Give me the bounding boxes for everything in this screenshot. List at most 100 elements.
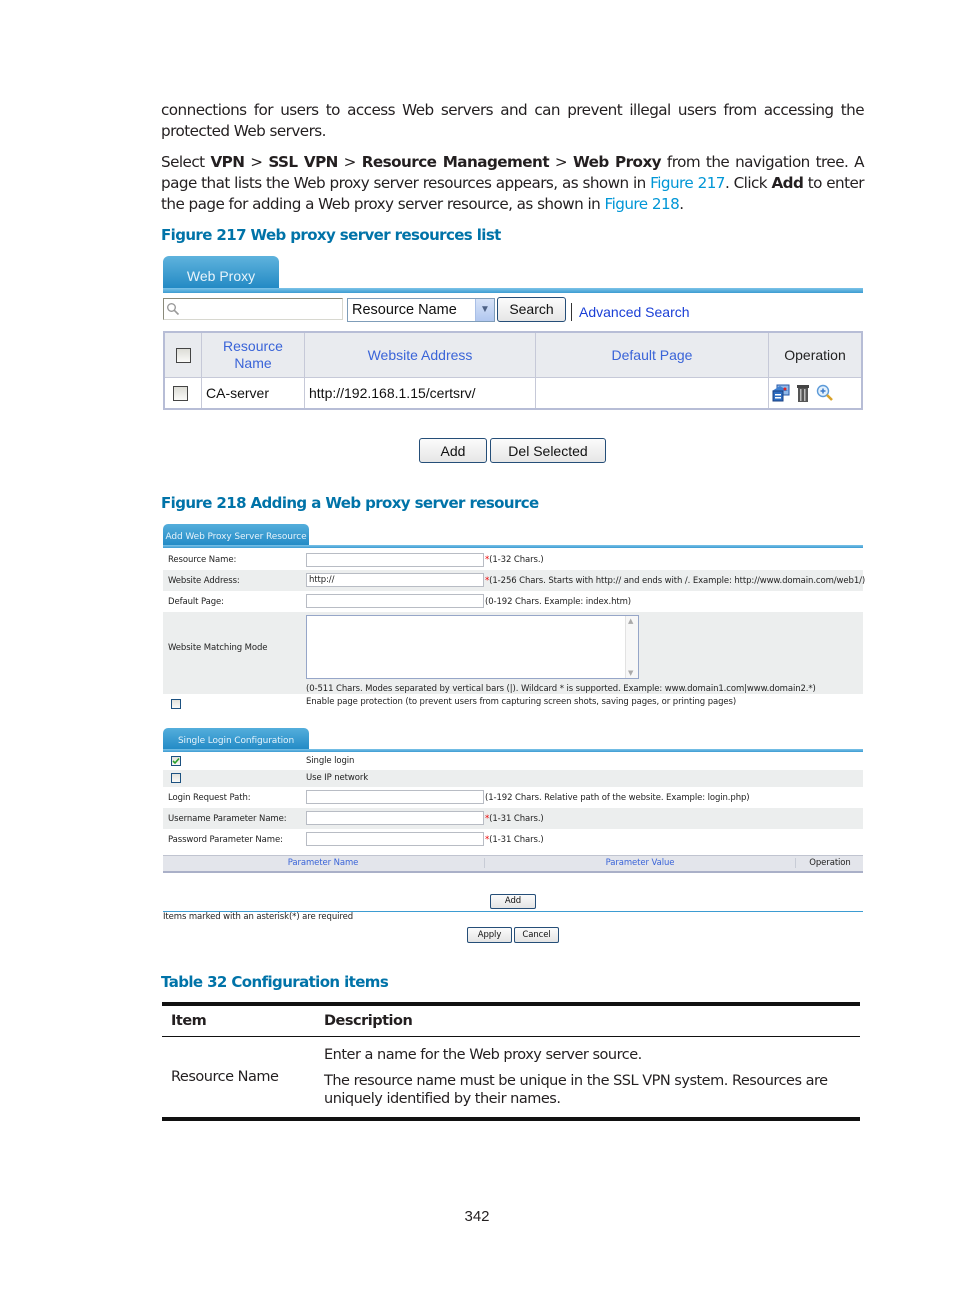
text: Select: [161, 153, 211, 171]
password-parameter-label: Password Parameter Name:: [168, 835, 283, 845]
col-website-address[interactable]: Website Address: [304, 331, 536, 378]
cancel-button[interactable]: Cancel: [514, 927, 559, 943]
col-item: Item: [171, 1013, 207, 1029]
del-selected-button[interactable]: Del Selected: [490, 438, 606, 463]
resource-name-input[interactable]: [306, 553, 484, 567]
add-keyword: Add: [771, 174, 804, 192]
chevron-down-icon[interactable]: ▼: [475, 299, 494, 321]
instructions-paragraph: Select VPN > SSL VPN > Resource Manageme…: [161, 152, 865, 215]
username-parameter-input[interactable]: [306, 811, 484, 825]
view-details-icon[interactable]: [815, 383, 835, 403]
table-row: CA-server http://192.168.1.15/certsrv/: [163, 377, 863, 410]
tab-web-proxy[interactable]: Web Proxy: [163, 256, 279, 291]
username-parameter-hint: *(1-31 Chars.): [485, 814, 544, 824]
add-button[interactable]: Add: [419, 438, 487, 463]
textarea-scrollbar[interactable]: ▲ ▼: [625, 616, 638, 678]
table-header-row: Resource Name Website Address Default Pa…: [163, 331, 863, 378]
website-address-cell: http://192.168.1.15/certsrv/: [304, 377, 536, 410]
hint-text: (1-32 Chars.): [489, 555, 544, 565]
single-login-label: Single login: [306, 756, 355, 766]
login-request-path-row: Login Request Path: (1-192 Chars. Relati…: [163, 787, 863, 808]
use-ip-network-row: Use IP network: [163, 770, 863, 787]
tab-underline: [163, 545, 863, 548]
col-description: Description: [324, 1013, 413, 1029]
required-note: Items marked with an asterisk(*) are req…: [163, 912, 353, 922]
tab-single-login-configuration[interactable]: Single Login Configuration: [163, 728, 309, 751]
figure-218-link[interactable]: Figure 218: [605, 195, 680, 213]
separator: >: [337, 153, 362, 171]
col-parameter-value: Parameter Value: [484, 858, 795, 868]
resource-name-row: Resource Name: *(1-32 Chars.): [163, 550, 863, 570]
scroll-up-icon[interactable]: ▲: [628, 617, 633, 625]
separator: >: [549, 153, 573, 171]
select-all-checkbox[interactable]: [175, 348, 191, 364]
matching-mode-row: Website Matching Mode ▲ ▼ (0-511 Chars. …: [163, 612, 863, 694]
website-address-hint: *(1-256 Chars. Starts with http:// and e…: [485, 576, 865, 586]
table-header-row: Item Description: [162, 1004, 860, 1037]
apply-button[interactable]: Apply: [467, 927, 512, 943]
advanced-search-link[interactable]: Advanced Search: [579, 304, 690, 320]
matching-mode-hint: (0-511 Chars. Modes separated by vertica…: [306, 684, 816, 694]
separator: >: [244, 153, 269, 171]
description-cell: Enter a name for the Web proxy server so…: [315, 1037, 860, 1120]
text: .: [679, 195, 684, 213]
username-parameter-label: Username Parameter Name:: [168, 814, 287, 824]
col-operation: Operation: [768, 331, 863, 378]
delete-icon[interactable]: [795, 383, 811, 403]
default-page-label: Default Page:: [168, 597, 224, 607]
resources-table: Resource Name Website Address Default Pa…: [163, 331, 863, 410]
default-page-hint: (0-192 Chars. Example: index.htm): [485, 597, 631, 607]
single-login-row: Single login: [163, 753, 863, 770]
row-checkbox[interactable]: [173, 386, 188, 402]
password-parameter-row: Password Parameter Name: *(1-31 Chars.): [163, 829, 863, 850]
configuration-items-table: Item Description Resource Name Enter a n…: [162, 1002, 860, 1121]
resource-name-cell: CA-server: [201, 377, 305, 410]
website-address-row: Website Address: http:// *(1-256 Chars. …: [163, 570, 865, 591]
scroll-down-icon[interactable]: ▼: [628, 669, 633, 677]
row-select-cell: [163, 377, 202, 410]
default-page-row: Default Page: (0-192 Chars. Example: ind…: [163, 591, 863, 612]
checkmark-icon: [172, 757, 180, 765]
col-parameter-name: Parameter Name: [287, 858, 359, 868]
use-ip-network-checkbox[interactable]: [171, 773, 181, 783]
password-parameter-input[interactable]: [306, 832, 484, 846]
modify-icon[interactable]: [771, 383, 791, 403]
password-parameter-hint: *(1-31 Chars.): [485, 835, 544, 845]
col-param-operation: Operation: [795, 858, 864, 868]
search-field-select[interactable]: Resource Name ▼: [347, 298, 495, 322]
col-default-page[interactable]: Default Page: [535, 331, 769, 378]
tab-underline: [163, 749, 863, 752]
nav-web-proxy: Web Proxy: [572, 153, 662, 171]
figure-218-caption: Figure 218 Adding a Web proxy server res…: [161, 494, 539, 512]
col-resource-name[interactable]: Resource Name: [201, 331, 305, 378]
select-value: Resource Name: [352, 302, 457, 318]
matching-mode-label: Website Matching Mode: [168, 643, 268, 653]
nav-resource-management: Resource Management: [361, 153, 550, 171]
resource-name-label: Resource Name:: [168, 555, 237, 565]
figure-217-caption: Figure 217 Web proxy server resources li…: [161, 226, 501, 244]
page-protection-label: Enable page protection (to prevent users…: [306, 697, 737, 707]
website-address-input[interactable]: http://: [306, 573, 484, 587]
page-protection-checkbox[interactable]: [171, 699, 181, 709]
description-line: Enter a name for the Web proxy server so…: [324, 1047, 642, 1063]
login-request-path-input[interactable]: [306, 790, 484, 804]
item-cell: Resource Name: [171, 1069, 279, 1085]
add-parameter-button[interactable]: Add: [490, 894, 536, 909]
tab-add-web-proxy-server-resource[interactable]: Add Web Proxy Server Resource: [163, 524, 309, 547]
select-all-cell: [163, 331, 202, 378]
search-input[interactable]: [163, 298, 343, 320]
default-page-input[interactable]: [306, 594, 484, 608]
figure-217-link[interactable]: Figure 217: [650, 174, 725, 192]
search-button[interactable]: Search: [497, 297, 566, 322]
operation-cell: [768, 377, 863, 410]
text: . Click: [724, 174, 772, 192]
nav-ssl-vpn: SSL VPN: [268, 153, 338, 171]
matching-mode-textarea[interactable]: ▲ ▼: [306, 615, 639, 679]
page-protection-row: Enable page protection (to prevent users…: [163, 694, 863, 712]
single-login-checkbox[interactable]: [171, 756, 181, 766]
parameter-table-header: Parameter Name Parameter Value Operation: [163, 855, 863, 873]
tab-underline: [163, 288, 863, 293]
description-line: The resource name must be unique in the …: [324, 1073, 828, 1107]
default-page-cell: [535, 377, 769, 410]
table-row: Resource Name Enter a name for the Web p…: [162, 1037, 860, 1120]
